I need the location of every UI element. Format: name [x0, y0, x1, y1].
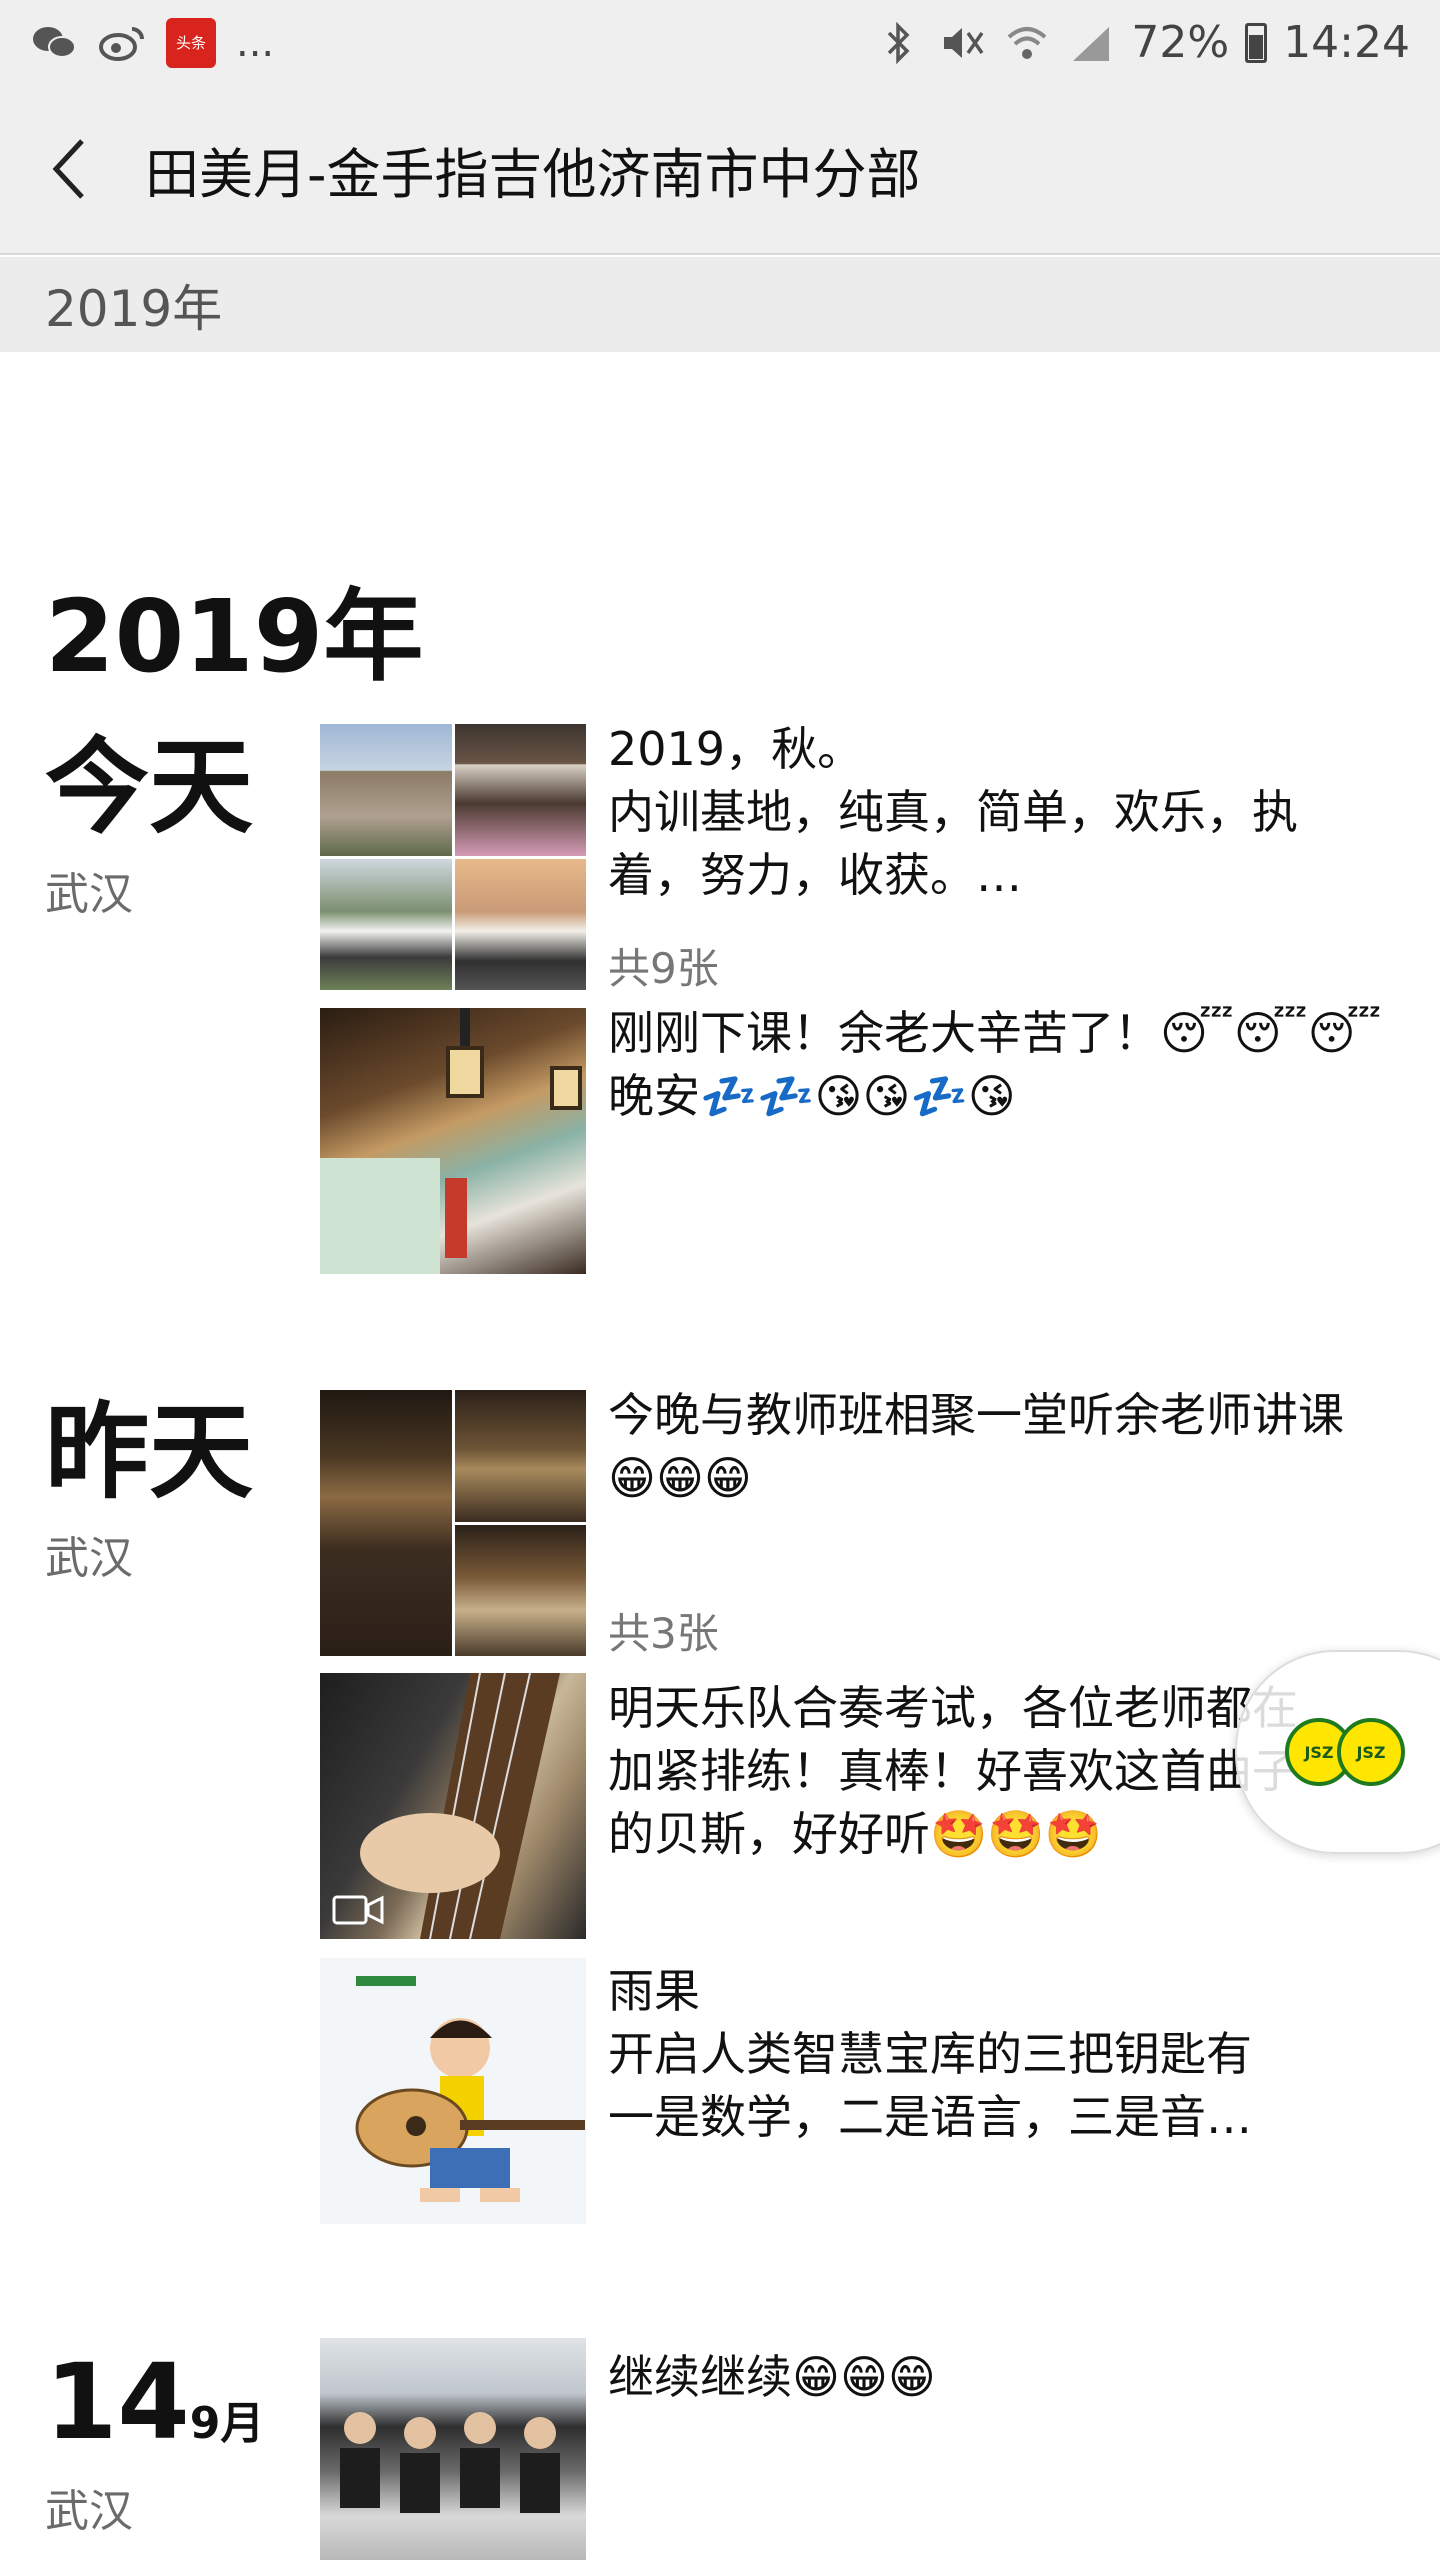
page-title: 田美月-金手指吉他济南市中分部 [145, 142, 921, 206]
battery-icon [1245, 22, 1268, 63]
child-guitar-illustration [355, 1976, 585, 2202]
battery-percent: 72% [1131, 17, 1230, 68]
day-number: 14 [45, 2341, 190, 2463]
video-thumbnail[interactable] [320, 1673, 586, 1939]
photo-tile [320, 858, 452, 990]
video-camera-icon [332, 1895, 384, 1925]
photo-tile [454, 724, 586, 856]
more-notifications: ... [236, 19, 275, 66]
location-label: 武汉 [45, 1533, 133, 1584]
floating-window-bubble[interactable]: JSZ JSZ [1235, 1650, 1440, 1854]
photo-grid-thumbnail[interactable] [320, 1390, 586, 1656]
post-text[interactable]: 今晚与教师班相聚一堂听余老师讲课 😁😁😁 [608, 1384, 1398, 1510]
back-arrow-icon [52, 139, 84, 199]
status-bar: 头条 ... 72% 14:24 [0, 0, 1440, 85]
photo-grid-thumbnail[interactable] [320, 724, 586, 990]
mute-icon [939, 19, 987, 67]
photo-tile [454, 1390, 586, 1522]
wechat-icon [30, 19, 78, 67]
wifi-icon [1003, 19, 1051, 67]
bluetooth-icon [875, 19, 923, 67]
photo-tile [320, 724, 452, 856]
photo-tile [320, 1390, 452, 1656]
clock: 14:24 [1283, 17, 1410, 68]
photo-count: 共9张 [608, 944, 719, 993]
post-text[interactable]: 继续继续😁😁😁 [608, 2346, 1398, 2409]
jsz-logo-icon: JSZ [1337, 1718, 1405, 1786]
year-heading: 2019年 [45, 578, 424, 695]
signal-icon [1067, 19, 1115, 67]
day-label-today: 今天 [45, 726, 254, 848]
photo-thumbnail[interactable] [320, 1008, 586, 1274]
photo-count: 共3张 [608, 1609, 719, 1658]
day-label-date: 149月 [45, 2350, 264, 2454]
sticky-year-header: 2019年 [0, 257, 1440, 352]
post-text[interactable]: 刚刚下课！余老大辛苦了！😴😴😴 晚安💤💤😘😘💤😘 [608, 1002, 1398, 1128]
photo-tile [454, 1524, 586, 1656]
post-text[interactable]: 2019，秋。 内训基地，纯真，简单，欢乐，执 着，努力，收获。… [608, 718, 1398, 907]
month-label: 9月 [189, 2398, 265, 2449]
location-label: 武汉 [45, 869, 133, 920]
class-photo-illustration [340, 2412, 560, 2513]
post-text[interactable]: 雨果 开启人类智慧宝库的三把钥匙有 一是数学，二是语言，三是音… [608, 1960, 1398, 2149]
photo-thumbnail[interactable] [320, 2338, 586, 2560]
navigation-bar: 田美月-金手指吉他济南市中分部 [0, 85, 1440, 255]
lantern-illustration [320, 1008, 582, 1274]
toutiao-icon: 头条 [166, 17, 216, 68]
photo-thumbnail[interactable] [320, 1958, 586, 2224]
back-button[interactable] [40, 129, 100, 209]
post-text[interactable]: 明天乐队合奏考试，各位老师都在 加紧排练！真棒！好喜欢这首曲子 的贝斯，好好听🤩… [608, 1677, 1308, 1866]
day-label-yesterday: 昨天 [45, 1391, 254, 1513]
location-label: 武汉 [45, 2486, 133, 2537]
weibo-icon [98, 19, 146, 67]
photo-tile [454, 858, 586, 990]
